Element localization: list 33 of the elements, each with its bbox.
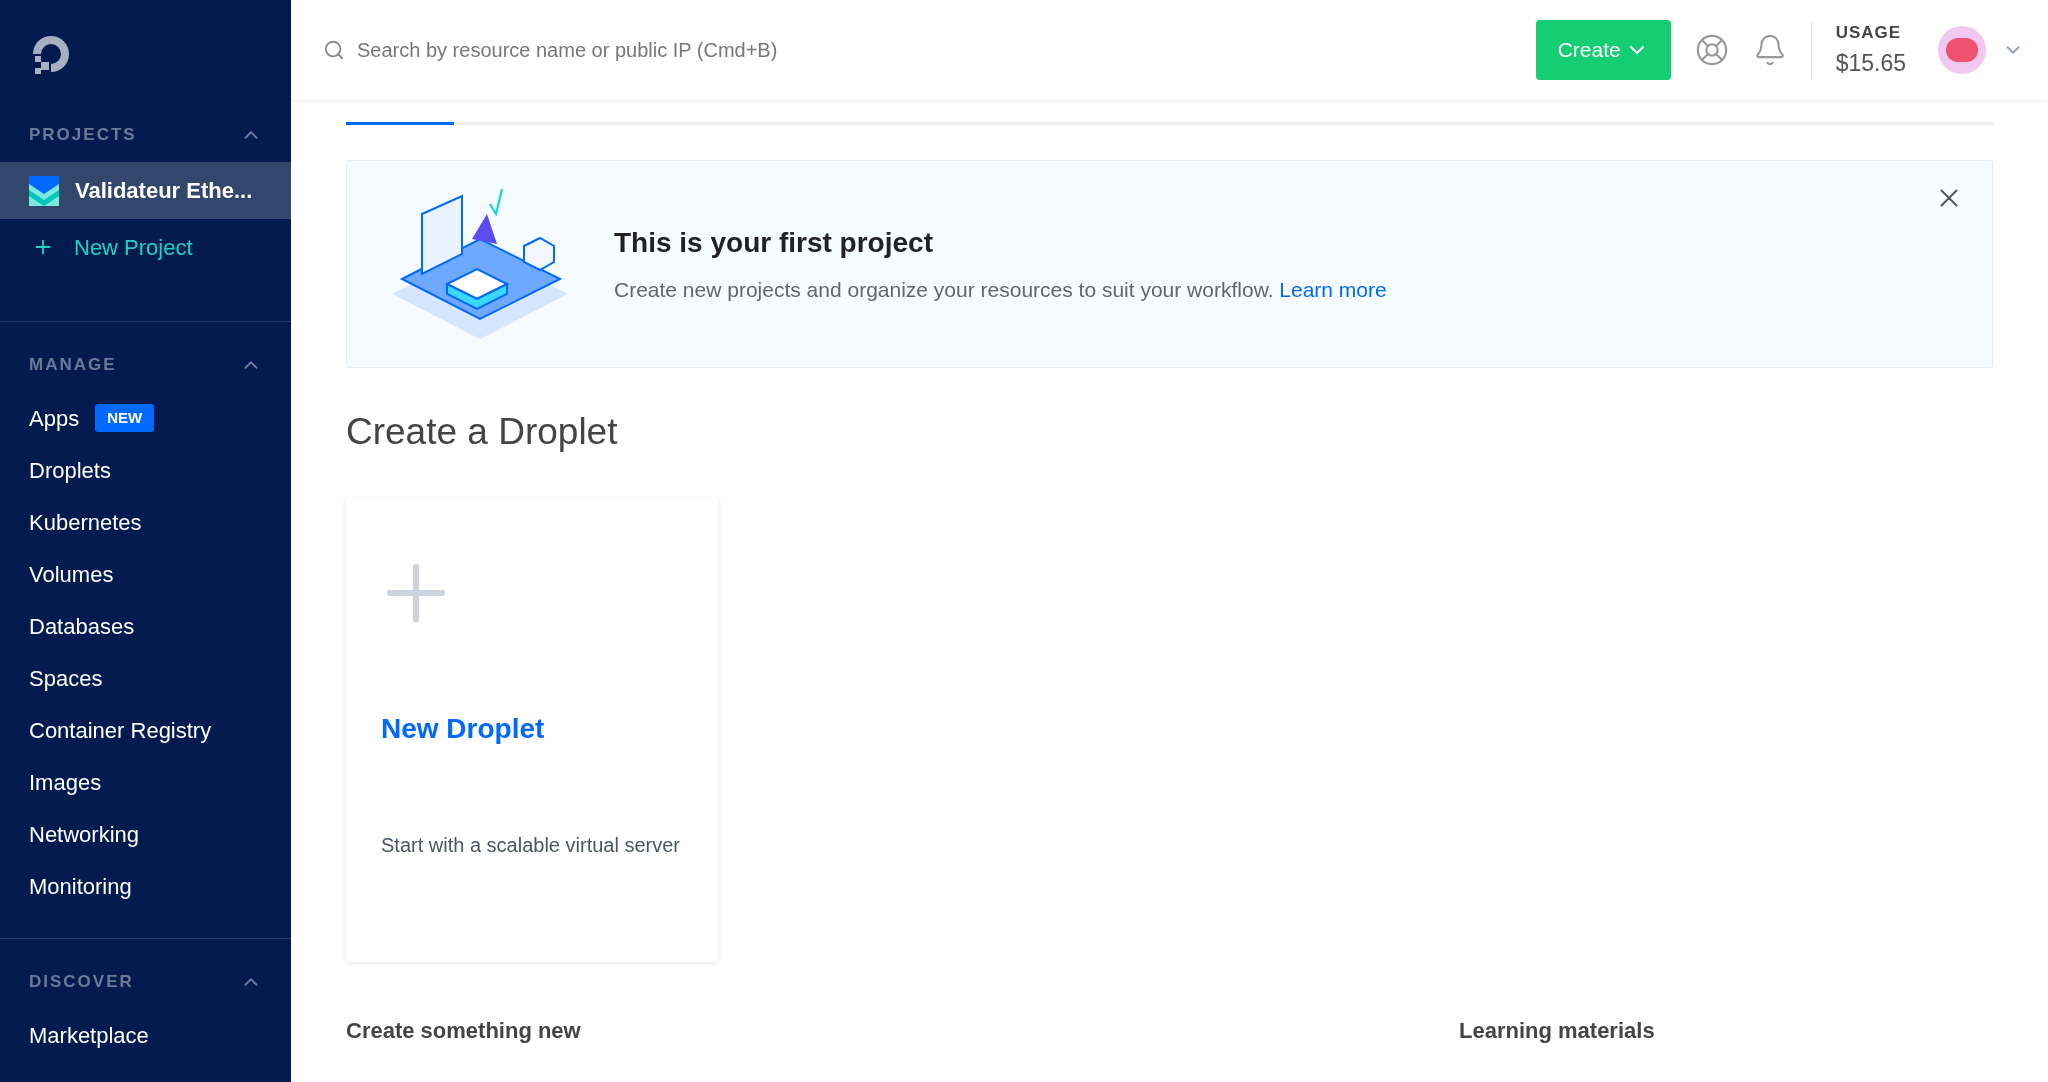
search-icon: [323, 39, 345, 61]
section-title: MANAGE: [29, 354, 117, 377]
new-badge: NEW: [95, 403, 155, 433]
avatar[interactable]: [1938, 26, 1986, 74]
banner-text: Create new projects and organize your resources to suit your workflow. Learn more: [614, 277, 1387, 304]
usage-label: USAGE: [1835, 22, 1903, 44]
nav-link[interactable]: Marketplace: [29, 1018, 149, 1052]
subsection-heading: Create something new: [346, 1016, 582, 1045]
subsection-heading: Learning materials: [1459, 1016, 1655, 1045]
section-title: DISCOVER: [29, 971, 134, 994]
card-title: New Droplet: [381, 711, 546, 746]
nav-link[interactable]: Apps: [29, 401, 80, 435]
section-title: PROJECTS: [29, 124, 137, 147]
nav-link[interactable]: Monitoring: [29, 869, 132, 903]
nav-link[interactable]: Container Registry: [29, 713, 212, 747]
nav-link[interactable]: Images: [29, 765, 102, 799]
search-field[interactable]: Search by resource name or public IP (Cmd+B): [357, 35, 1536, 65]
card-description: Start with a scalable virtual server: [381, 832, 681, 858]
banner-title: This is your first project: [614, 226, 934, 261]
project-icon: [29, 175, 59, 206]
nav-link[interactable]: Spaces: [29, 661, 103, 695]
new-droplet-card[interactable]: New Droplet Start with a scalable virtual server: [346, 497, 718, 962]
section-heading: Create a Droplet: [346, 410, 619, 454]
nav-link[interactable]: Databases: [29, 609, 135, 643]
nav-link[interactable]: Droplets: [29, 453, 111, 487]
new-project-link[interactable]: New Project: [0, 219, 291, 275]
learn-more-link[interactable]: Learn more: [1279, 278, 1387, 302]
usage-value: $15.65: [1835, 48, 1906, 78]
nav-link[interactable]: Volumes: [29, 557, 114, 591]
help-icon[interactable]: [1694, 33, 1729, 67]
project-item[interactable]: Validateur Ethe...: [0, 162, 291, 219]
nav-link[interactable]: Networking: [29, 817, 140, 851]
nav-link[interactable]: Kubernetes: [29, 505, 142, 539]
